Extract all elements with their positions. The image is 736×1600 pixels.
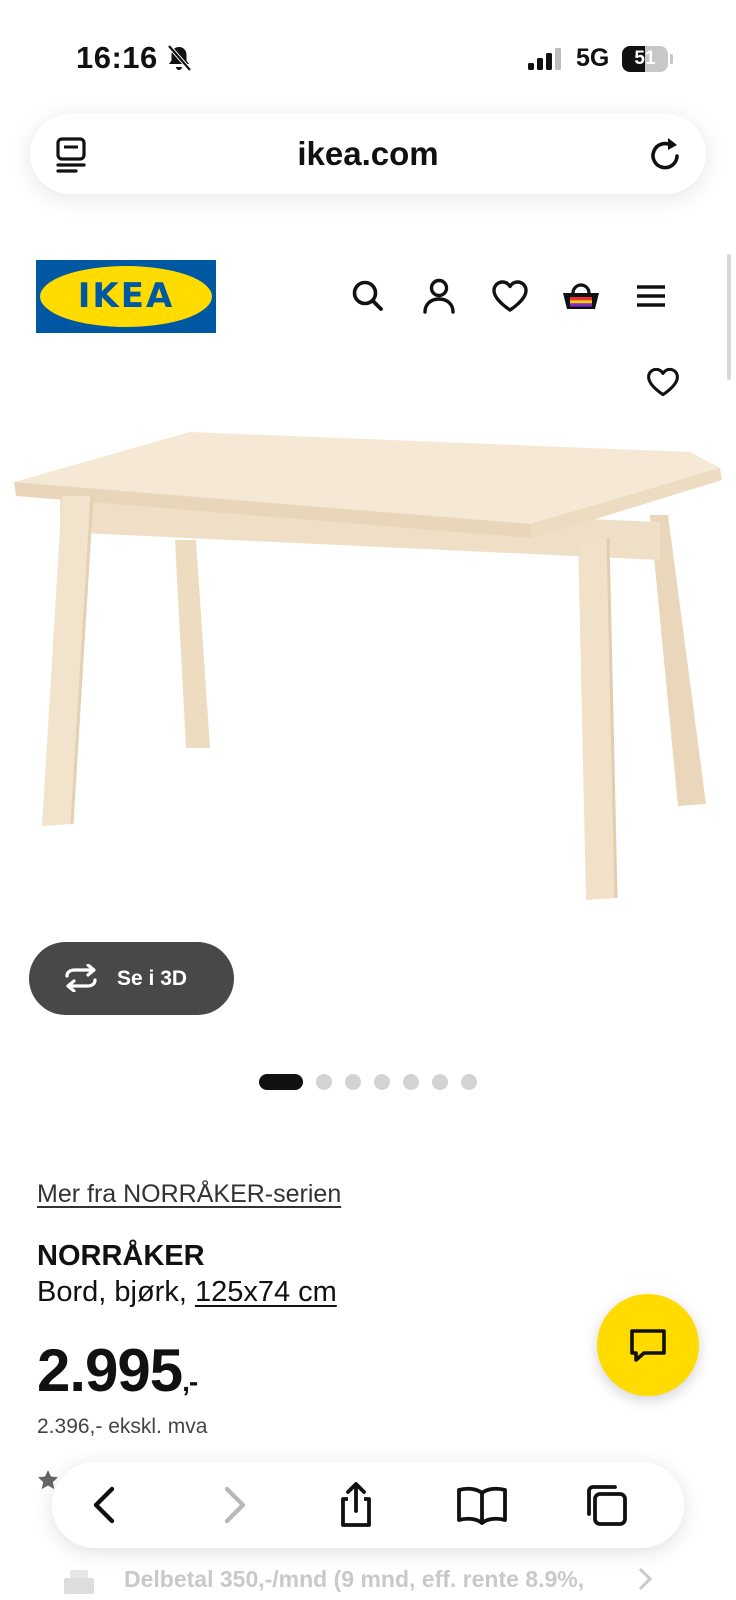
ikea-logo[interactable]: IKEA — [36, 260, 216, 333]
bookmarks-icon[interactable] — [454, 1479, 507, 1531]
view-in-3d-button[interactable]: Se i 3D — [29, 942, 234, 1015]
network-type: 5G — [576, 44, 610, 72]
carousel-dot[interactable] — [461, 1074, 477, 1090]
series-link[interactable]: Mer fra NORRÅKER-serien — [37, 1180, 341, 1209]
heart-icon[interactable] — [489, 276, 531, 318]
url-text[interactable]: ikea.com — [30, 135, 706, 173]
battery-icon: 51 — [622, 46, 668, 72]
image-carousel-dots[interactable] — [0, 1073, 736, 1091]
back-icon[interactable] — [80, 1479, 132, 1531]
product-name: NORRÅKER — [37, 1240, 205, 1272]
product-image[interactable] — [0, 420, 736, 940]
carousel-dot[interactable] — [403, 1074, 419, 1090]
menu-icon[interactable] — [631, 276, 673, 318]
price-main: 2.995 — [37, 1337, 183, 1404]
page-scrollbar[interactable] — [727, 254, 731, 380]
logo-text: IKEA — [77, 276, 175, 316]
bell-slash-icon — [166, 44, 192, 77]
chevron-right-icon — [636, 1566, 654, 1597]
product-price: 2.995,- — [37, 1336, 198, 1405]
product-type: Bord, bjørk, — [37, 1276, 195, 1308]
status-bar: 16:16 5G 51 — [0, 0, 736, 110]
tabs-icon[interactable] — [580, 1479, 632, 1531]
basket-icon[interactable] — [560, 276, 602, 318]
financing-info[interactable]: Delbetal 350,-/mnd (9 mnd, eff. rente 8.… — [62, 1560, 712, 1600]
favorite-product-icon[interactable] — [644, 364, 682, 405]
price-ex-vat: 2.396,- ekskl. mva — [37, 1415, 208, 1438]
battery-tip — [670, 54, 673, 64]
carousel-dot[interactable] — [345, 1074, 361, 1090]
product-description: Bord, bjørk, 125x74 cm — [37, 1276, 337, 1309]
carousel-dot[interactable] — [432, 1074, 448, 1090]
rotate-3d-icon — [61, 963, 101, 997]
user-icon[interactable] — [418, 276, 460, 318]
signal-icon — [528, 48, 564, 75]
forward-icon[interactable] — [207, 1479, 259, 1531]
share-icon[interactable] — [330, 1479, 382, 1531]
chat-icon — [629, 1327, 667, 1370]
view-in-3d-label: Se i 3D — [117, 967, 188, 990]
product-size-link[interactable]: 125x74 cm — [195, 1276, 337, 1308]
browser-toolbar — [52, 1462, 684, 1548]
search-icon[interactable] — [348, 276, 390, 318]
carousel-dot[interactable] — [259, 1074, 303, 1090]
carousel-dot[interactable] — [374, 1074, 390, 1090]
reload-icon[interactable] — [646, 134, 684, 179]
chat-button[interactable] — [597, 1294, 699, 1396]
financing-text: Delbetal 350,-/mnd (9 mnd, eff. rente 8.… — [124, 1566, 585, 1592]
battery-level: 51 — [634, 48, 656, 69]
price-suffix: ,- — [182, 1366, 198, 1397]
installment-icon — [62, 1566, 96, 1600]
address-bar[interactable]: ikea.com — [30, 114, 706, 194]
carousel-dot[interactable] — [316, 1074, 332, 1090]
status-time: 16:16 — [76, 40, 158, 75]
